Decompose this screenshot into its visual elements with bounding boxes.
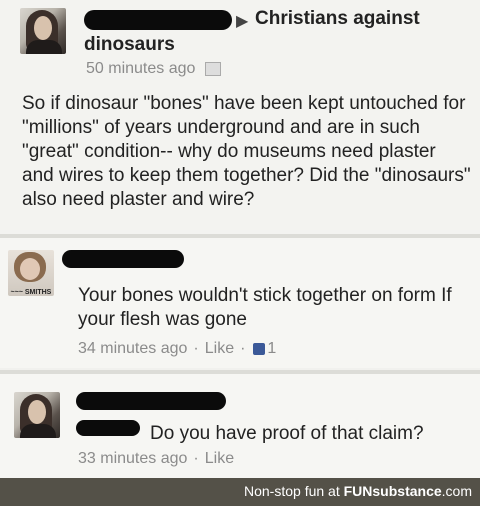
commenter-1-avatar[interactable]: ~~~ SMITHS [8, 250, 54, 296]
thumbs-up-icon [253, 342, 266, 355]
redacted-name-2 [76, 420, 140, 436]
like-count[interactable]: 1 [267, 340, 276, 357]
brand-name: FUNsubstance [343, 483, 442, 499]
comment-2-text: Do you have proof of that claim? [150, 423, 424, 444]
avatar-face [28, 400, 46, 424]
share-arrow-icon: ▶ [236, 13, 249, 30]
like-link[interactable]: Like [205, 340, 234, 357]
privacy-icon [205, 61, 222, 76]
avatar-face [20, 258, 40, 280]
comment-2-meta: 33 minutes ago · Like [78, 450, 235, 467]
avatar-face [34, 16, 52, 40]
group-name-link[interactable]: Christians against [255, 8, 420, 30]
comment-1-text: Your bones wouldn't stick together on fo… [78, 285, 452, 330]
original-post: ▶ Christians against dinosaurs 50 minute… [0, 0, 480, 234]
redacted-name [84, 10, 232, 30]
group-name-link-continued[interactable]: dinosaurs [84, 34, 175, 56]
avatar-body [20, 424, 56, 438]
poster-avatar[interactable] [20, 8, 66, 54]
post-timestamp[interactable]: 50 minutes ago [86, 60, 195, 77]
watermark-bar: Non-stop fun at FUNsubstance.com [0, 478, 480, 506]
post-meta: 50 minutes ago [86, 60, 222, 78]
redacted-name [76, 392, 226, 410]
commenter-2-avatar[interactable] [14, 392, 60, 438]
comment-2-timestamp[interactable]: 33 minutes ago [78, 450, 187, 467]
watermark-text: Non-stop fun at FUNsubstance.com [244, 483, 472, 499]
comment-1-timestamp[interactable]: 34 minutes ago [78, 340, 187, 357]
like-link[interactable]: Like [205, 450, 234, 467]
redacted-name [62, 250, 184, 268]
comment-1-meta: 34 minutes ago · Like · 1 [78, 340, 277, 357]
avatar-body [26, 40, 62, 54]
avatar-caption: ~~~ SMITHS [10, 289, 52, 296]
post-text: So if dinosaur "bones" have been kept un… [22, 93, 471, 210]
